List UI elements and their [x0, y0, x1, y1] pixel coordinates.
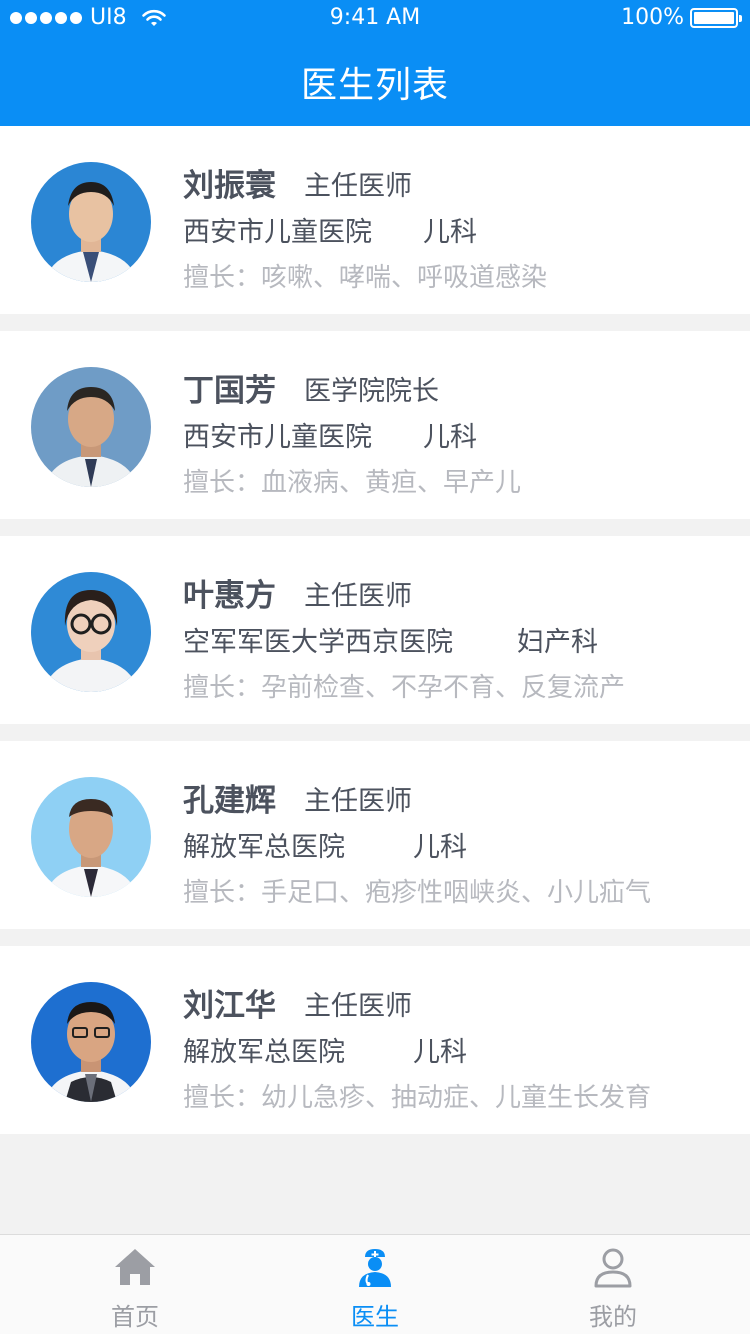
home-icon	[115, 1249, 155, 1285]
doctor-specialty: 擅长：手足口、疱疹性咽峡炎、小儿疝气	[183, 878, 652, 908]
doctor-name: 刘振寰	[183, 168, 276, 204]
doctor-name: 丁国芳	[183, 373, 276, 409]
doctor-avatar	[31, 162, 151, 282]
doctor-department: 儿科	[423, 422, 477, 453]
battery-icon	[690, 8, 742, 28]
doctor-avatar	[31, 572, 151, 692]
tab-doctor-label: 医生	[351, 1303, 399, 1331]
doctor-specialty: 擅长：咳嗽、哮喘、呼吸道感染	[183, 263, 548, 293]
doctor-department: 儿科	[413, 832, 467, 863]
doctor-avatar	[31, 367, 151, 487]
doctor-title: 主任医师	[304, 581, 412, 612]
doctor-department: 儿科	[423, 217, 477, 248]
page-title: 医生列表	[300, 65, 449, 106]
doctor-card[interactable]: 刘振寰 主任医师 西安市儿童医院 儿科 擅长：咳嗽、哮喘、呼吸道感染	[0, 126, 750, 314]
doctor-card[interactable]: 叶惠方 主任医师 空军军医大学西京医院 妇产科 擅长：孕前检查、不孕不育、反复流…	[0, 536, 750, 724]
user-icon	[594, 1248, 632, 1288]
doctor-name: 叶惠方	[183, 578, 276, 614]
doctor-icon	[359, 1249, 391, 1287]
doctor-title: 主任医师	[304, 171, 412, 202]
doctor-hospital: 西安市儿童医院	[183, 422, 372, 453]
doctor-hospital: 空军军医大学西京医院	[183, 627, 453, 658]
doctor-avatar	[31, 982, 151, 1102]
tab-doctor[interactable]: 医生	[250, 1235, 500, 1334]
doctor-specialty: 擅长：血液病、黄疸、早产儿	[183, 468, 522, 498]
status-right: 100%	[621, 0, 742, 36]
doctor-title: 主任医师	[304, 991, 412, 1022]
doctor-card[interactable]: 丁国芳 医学院院长 西安市儿童医院 儿科 擅长：血液病、黄疸、早产儿	[0, 331, 750, 519]
header: UI8 9:41 AM 100% 医生列表	[0, 0, 750, 126]
tab-profile-label: 我的	[589, 1303, 637, 1331]
doctor-name: 孔建辉	[183, 783, 276, 819]
doctor-department: 妇产科	[517, 627, 598, 658]
status-bar: UI8 9:41 AM 100%	[0, 0, 750, 36]
doctor-avatar	[31, 777, 151, 897]
tab-home-label: 首页	[111, 1303, 159, 1331]
tab-bar: 首页 医生 我的	[0, 1234, 750, 1334]
battery-percent: 100%	[621, 5, 684, 30]
doctor-department: 儿科	[413, 1037, 467, 1068]
doctor-card[interactable]: 刘江华 主任医师 解放军总医院 儿科 擅长：幼儿急疹、抽动症、儿童生长发育	[0, 946, 750, 1134]
app: UI8 9:41 AM 100% 医生列表 刘振寰 主任医师 西安市儿童医院 儿…	[0, 0, 750, 1334]
doctor-hospital: 解放军总医院	[183, 1037, 345, 1068]
doctor-specialty: 擅长：孕前检查、不孕不育、反复流产	[183, 673, 626, 703]
tab-profile[interactable]: 我的	[488, 1235, 738, 1334]
doctor-specialty: 擅长：幼儿急疹、抽动症、儿童生长发育	[183, 1083, 652, 1113]
doctor-name: 刘江华	[183, 988, 276, 1024]
tab-home[interactable]: 首页	[10, 1235, 260, 1334]
doctor-title: 医学院院长	[304, 376, 439, 407]
doctor-hospital: 西安市儿童医院	[183, 217, 372, 248]
doctor-title: 主任医师	[304, 786, 412, 817]
doctor-hospital: 解放军总医院	[183, 832, 345, 863]
doctor-card[interactable]: 孔建辉 主任医师 解放军总医院 儿科 擅长：手足口、疱疹性咽峡炎、小儿疝气	[0, 741, 750, 929]
